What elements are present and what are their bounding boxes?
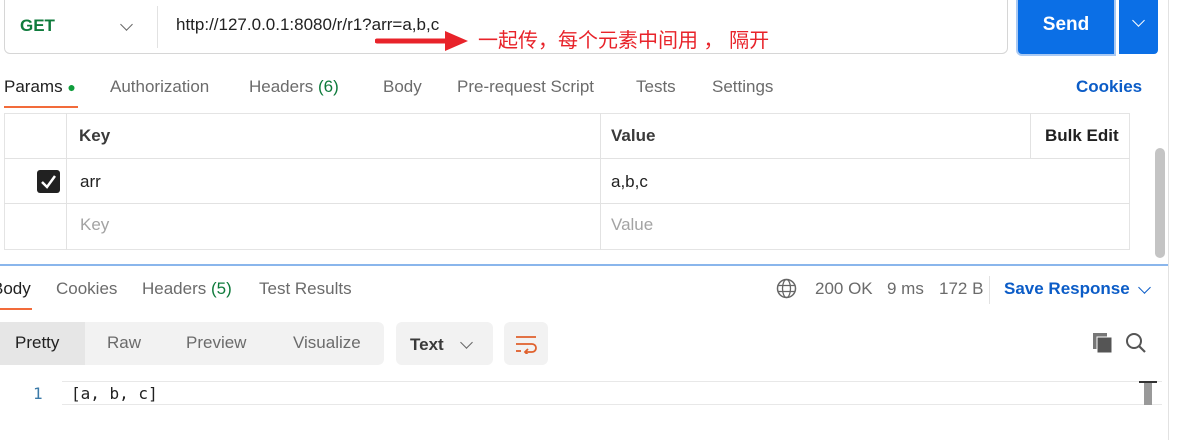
param-checkbox[interactable] bbox=[37, 170, 60, 193]
cookies-link[interactable]: Cookies bbox=[1076, 77, 1142, 97]
response-tab-headers[interactable]: Headers (5) bbox=[142, 279, 232, 299]
param-key[interactable]: arr bbox=[80, 172, 101, 192]
tab-authorization[interactable]: Authorization bbox=[110, 77, 209, 97]
current-line-highlight bbox=[62, 381, 1162, 405]
view-raw[interactable]: Raw bbox=[107, 333, 141, 353]
response-tab-test-results[interactable]: Test Results bbox=[259, 279, 352, 299]
line-number: 1 bbox=[33, 384, 43, 403]
search-icon[interactable] bbox=[1125, 332, 1147, 354]
wrap-lines-button[interactable] bbox=[504, 322, 548, 365]
tab-settings[interactable]: Settings bbox=[712, 77, 773, 97]
tab-count: (6) bbox=[318, 77, 339, 96]
view-visualize[interactable]: Visualize bbox=[293, 333, 361, 353]
checkmark-icon bbox=[41, 175, 57, 189]
row-divider bbox=[4, 203, 1130, 204]
panel-border bbox=[1168, 0, 1169, 440]
row-divider bbox=[4, 158, 1130, 159]
tab-headers[interactable]: Headers (6) bbox=[249, 77, 339, 97]
response-tab-cookies[interactable]: Cookies bbox=[56, 279, 117, 299]
tab-params[interactable]: Params ● bbox=[4, 77, 76, 97]
tab-count: (5) bbox=[211, 279, 232, 298]
copy-icon[interactable] bbox=[1092, 332, 1114, 354]
method-select[interactable]: GET bbox=[20, 16, 55, 36]
tab-body[interactable]: Body bbox=[383, 77, 422, 97]
tab-label: Headers bbox=[142, 279, 207, 298]
globe-icon[interactable] bbox=[776, 278, 797, 299]
divider bbox=[989, 276, 990, 304]
col-divider bbox=[1030, 113, 1031, 158]
scrollbar[interactable] bbox=[1155, 148, 1165, 258]
wrap-icon bbox=[516, 336, 537, 354]
format-value: Text bbox=[410, 335, 444, 354]
active-tab-underline bbox=[0, 308, 32, 310]
col-divider bbox=[600, 113, 601, 250]
tab-pre-request-script[interactable]: Pre-request Script bbox=[457, 77, 594, 97]
header-value: Value bbox=[611, 126, 656, 145]
params-table bbox=[4, 113, 1130, 250]
active-tab-underline bbox=[4, 106, 78, 108]
pane-divider[interactable] bbox=[0, 264, 1168, 266]
tab-label: Headers bbox=[249, 77, 314, 96]
annotation-arrow bbox=[375, 31, 468, 51]
annotation-text: 一起传，每个元素中间用 ， 隔开 bbox=[478, 30, 770, 52]
response-size[interactable]: 172 B bbox=[939, 279, 983, 299]
response-body-line[interactable]: [a, b, c] bbox=[71, 384, 158, 403]
response-tab-body[interactable]: Body bbox=[0, 279, 31, 299]
response-time[interactable]: 9 ms bbox=[887, 279, 924, 299]
tab-label: Params bbox=[4, 77, 63, 96]
chevron-down-icon bbox=[1132, 14, 1145, 27]
header-key: Key bbox=[79, 126, 111, 145]
tab-tests[interactable]: Tests bbox=[636, 77, 676, 97]
divider bbox=[157, 6, 158, 48]
save-response-button[interactable]: Save Response bbox=[1004, 279, 1130, 299]
send-button[interactable]: Send bbox=[1018, 0, 1114, 54]
view-preview[interactable]: Preview bbox=[186, 333, 246, 353]
param-value[interactable]: a,b,c bbox=[611, 172, 648, 192]
new-value-input[interactable]: Value bbox=[611, 215, 653, 235]
send-options-button[interactable] bbox=[1119, 0, 1158, 54]
new-key-input[interactable]: Key bbox=[80, 215, 109, 235]
bulk-edit-button[interactable]: Bulk Edit bbox=[1045, 126, 1119, 146]
col-divider bbox=[66, 113, 67, 250]
status-code[interactable]: 200 OK bbox=[815, 279, 873, 299]
chevron-down-icon[interactable] bbox=[1138, 281, 1151, 294]
view-pretty[interactable]: Pretty bbox=[15, 333, 59, 353]
editor-scrollbar[interactable] bbox=[1139, 381, 1157, 405]
active-dot-icon: ● bbox=[67, 79, 76, 95]
